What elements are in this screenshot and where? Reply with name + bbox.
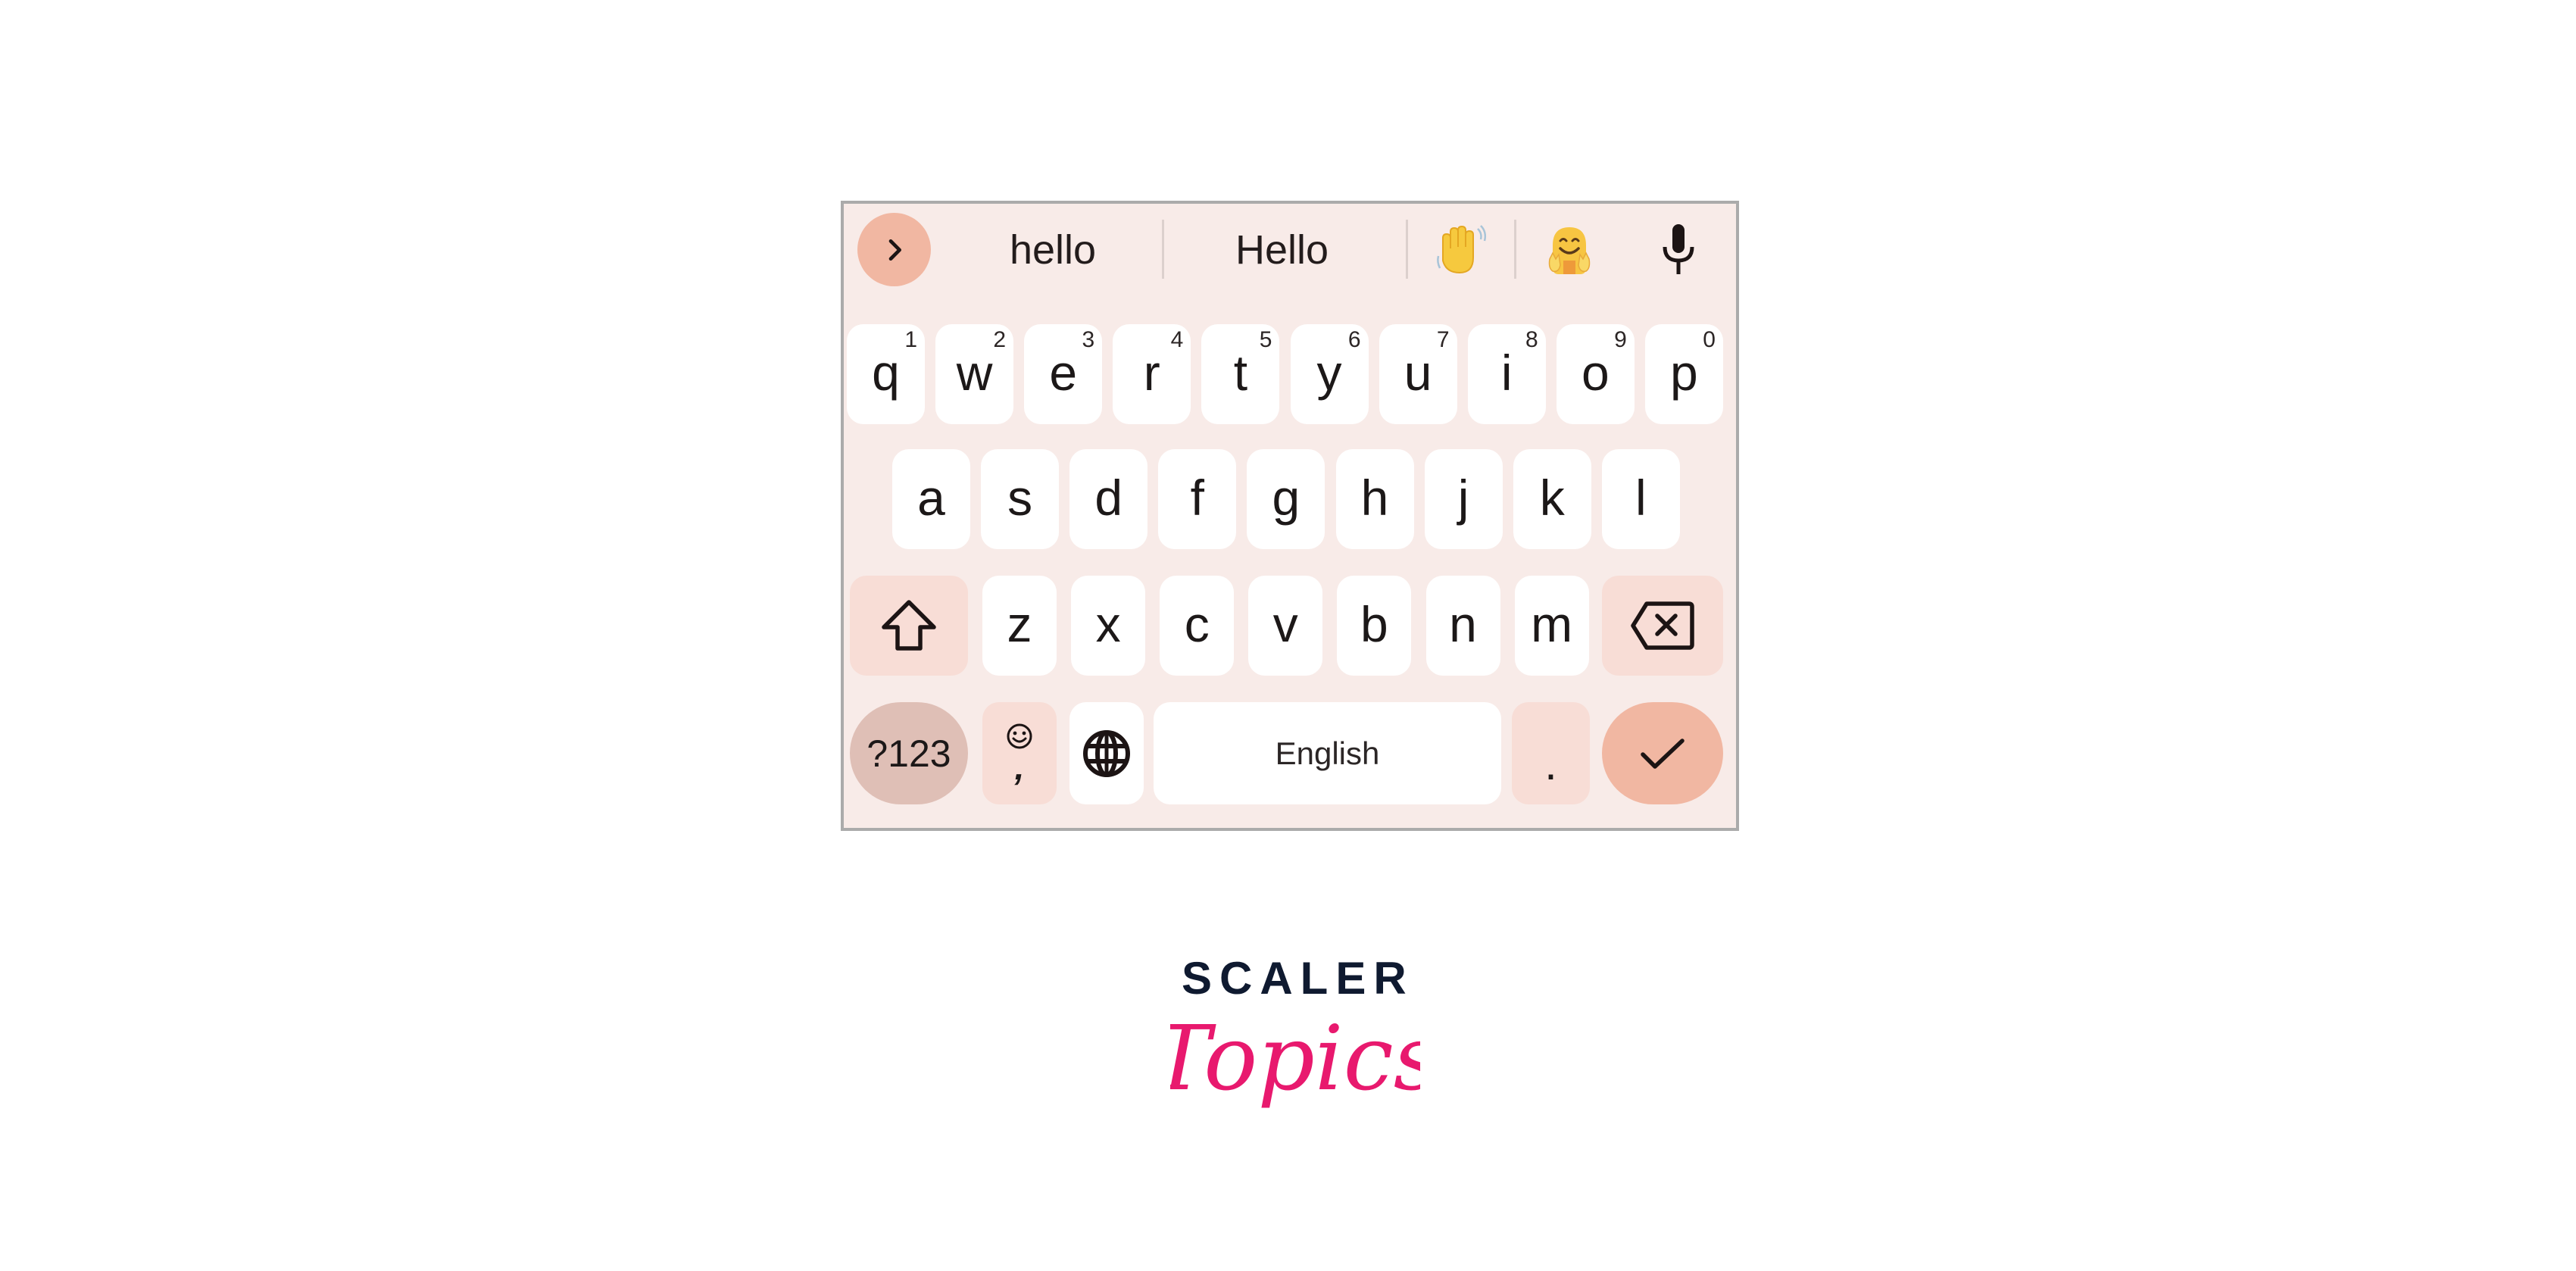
key-d[interactable]: d [1069, 449, 1148, 549]
key-hint-number: 4 [1170, 327, 1184, 352]
expand-toolbar-button[interactable] [857, 213, 931, 286]
key-label: w [956, 345, 993, 401]
shift-arrow-icon [882, 600, 936, 651]
key-p[interactable]: p0 [1644, 324, 1723, 424]
key-hint-number: 7 [1436, 327, 1450, 352]
chevron-right-icon [888, 239, 901, 261]
shift-key[interactable] [850, 576, 968, 676]
key-label: a [917, 470, 945, 526]
key-i[interactable]: i8 [1467, 324, 1546, 424]
logo-scaler-text: SCALER [1182, 953, 1414, 1004]
key-x[interactable]: x [1071, 576, 1146, 676]
key-label: k [1539, 470, 1565, 526]
key-t[interactable]: t5 [1201, 324, 1280, 424]
key-r[interactable]: r4 [1113, 324, 1191, 424]
emoji-comma-key[interactable]: , [982, 702, 1057, 804]
key-w[interactable]: w2 [935, 324, 1014, 424]
suggestion-1[interactable]: hello [985, 223, 1121, 276]
language-key[interactable] [1069, 702, 1144, 804]
voice-input-button[interactable] [1656, 222, 1701, 276]
key-k[interactable]: k [1513, 449, 1591, 549]
microphone-icon [1663, 224, 1694, 274]
comma-label: , [1014, 747, 1025, 787]
backspace-key[interactable] [1602, 576, 1723, 676]
suggestion-divider [1162, 220, 1164, 279]
key-j[interactable]: j [1424, 449, 1503, 549]
key-label: j [1457, 470, 1469, 526]
suggestion-divider [1406, 220, 1408, 279]
space-key-label: English [1275, 735, 1380, 771]
key-label: u [1404, 345, 1432, 401]
key-l[interactable]: l [1601, 449, 1680, 549]
key-c[interactable]: c [1160, 576, 1235, 676]
key-label: i [1500, 345, 1513, 401]
key-v[interactable]: v [1248, 576, 1323, 676]
key-label: v [1272, 596, 1298, 652]
key-label: h [1360, 470, 1389, 526]
key-hint-number: 6 [1347, 327, 1361, 352]
key-f[interactable]: f [1158, 449, 1237, 549]
key-a[interactable]: a [892, 449, 970, 549]
globe-icon [1083, 729, 1130, 777]
period-label: . [1544, 739, 1557, 789]
key-hint-number: 1 [904, 327, 917, 352]
symbols-key-label: ?123 [866, 732, 951, 775]
key-o[interactable]: o9 [1556, 324, 1635, 424]
key-h[interactable]: h [1335, 449, 1414, 549]
key-label: q [872, 345, 900, 401]
smiley-icon [1007, 723, 1032, 748]
key-hint-number: 5 [1259, 327, 1272, 352]
waving-hand-icon [1437, 225, 1487, 274]
key-label: s [1007, 470, 1033, 526]
key-label: r [1143, 345, 1160, 401]
key-label: e [1049, 345, 1078, 401]
key-m[interactable]: m [1514, 576, 1589, 676]
symbols-key[interactable]: ?123 [850, 702, 968, 804]
key-hint-number: 0 [1703, 327, 1716, 352]
key-label: m [1531, 596, 1573, 652]
backspace-icon [1631, 601, 1694, 650]
key-label: l [1635, 470, 1647, 526]
logo-topics-script: Topics [1170, 1006, 1420, 1110]
key-q[interactable]: q1 [847, 324, 925, 424]
key-label: t [1233, 345, 1248, 401]
key-label: x [1095, 596, 1121, 652]
key-label: z [1007, 596, 1032, 652]
key-y[interactable]: y6 [1290, 324, 1369, 424]
checkmark-icon [1641, 738, 1685, 769]
key-label: g [1272, 470, 1300, 526]
space-key[interactable]: English [1154, 702, 1501, 804]
enter-key[interactable] [1602, 702, 1723, 804]
key-z[interactable]: z [982, 576, 1057, 676]
key-label: n [1449, 596, 1477, 652]
key-label: b [1360, 596, 1388, 652]
key-label: y [1316, 345, 1342, 401]
suggestion-divider [1514, 220, 1516, 279]
key-hint-number: 3 [1082, 327, 1095, 352]
period-key[interactable]: . [1512, 702, 1590, 804]
emoji-suggestion-hugging-face[interactable] [1539, 223, 1600, 276]
key-n[interactable]: n [1425, 576, 1500, 676]
key-label: o [1581, 345, 1610, 401]
emoji-suggestion-waving-hand[interactable] [1432, 223, 1492, 276]
key-s[interactable]: s [981, 449, 1060, 549]
logo-topics-text: Topics [1170, 1006, 1420, 1110]
key-label: f [1190, 470, 1204, 526]
key-hint-number: 8 [1525, 327, 1538, 352]
key-u[interactable]: u7 [1379, 324, 1457, 424]
key-label: d [1094, 470, 1123, 526]
hugging-face-icon [1548, 227, 1591, 274]
key-hint-number: 9 [1614, 327, 1627, 352]
key-b[interactable]: b [1337, 576, 1412, 676]
suggestion-2[interactable]: Hello [1212, 223, 1352, 276]
key-label: c [1184, 596, 1210, 652]
key-hint-number: 2 [993, 327, 1007, 352]
key-label: p [1670, 345, 1698, 401]
key-g[interactable]: g [1247, 449, 1325, 549]
key-e[interactable]: e3 [1024, 324, 1103, 424]
